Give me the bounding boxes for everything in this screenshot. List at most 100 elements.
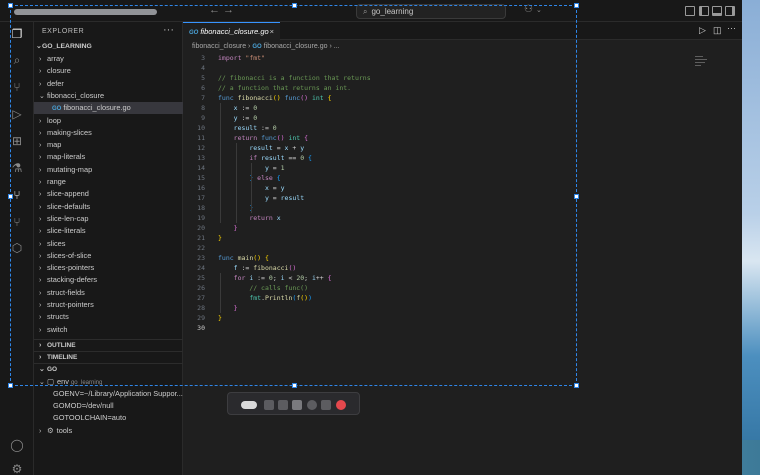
explorer-icon[interactable]: ❐ (10, 27, 24, 41)
tools-item[interactable]: › ⚙ tools (34, 425, 183, 437)
folder-item[interactable]: › array (34, 53, 183, 65)
more-actions-icon[interactable]: ··· (163, 24, 174, 36)
workspace-root[interactable]: ⌄GO_LEARNING (34, 41, 183, 53)
line-number: 7 (201, 94, 205, 102)
tree-item-label: slice-defaults (47, 201, 91, 211)
code-line: y = result (218, 193, 304, 203)
tree-item-label: mutating-map (47, 164, 93, 174)
selection-capture-icon[interactable] (292, 400, 302, 410)
workspace-root-label: GO_LEARNING (42, 43, 92, 50)
folder-item[interactable]: › defer (34, 78, 183, 90)
folder-item[interactable]: ⌄ fibonacci_closure (34, 90, 183, 102)
customize-layout-icon[interactable] (685, 6, 695, 16)
tree-item-label: map-literals (47, 152, 86, 162)
window-capture-icon[interactable] (278, 400, 288, 410)
breadcrumb-folder[interactable]: fibonacci_closure (192, 43, 246, 50)
search-icon[interactable]: ⌕ (10, 53, 24, 67)
folder-item[interactable]: › map (34, 139, 183, 151)
tree-item-label: loop (47, 115, 61, 125)
toggle-secondary-sidebar-icon[interactable] (725, 6, 735, 16)
go-extension-icon[interactable]: ⑂ (10, 188, 24, 202)
folder-item[interactable]: › slice-literals (34, 225, 183, 237)
minimap[interactable] (695, 54, 709, 74)
toggle-switch[interactable] (241, 401, 257, 409)
code-token: { (304, 134, 309, 142)
timeline-section[interactable]: › TIMELINE (34, 351, 183, 363)
line-number: 30 (197, 324, 205, 332)
code-token: fibonacci (237, 94, 273, 102)
remote-icon[interactable]: ⑂ (10, 215, 24, 229)
camera-icon[interactable] (321, 400, 331, 410)
gomod-item[interactable]: GOMOD=/dev/null (34, 400, 183, 412)
code-token: := (237, 114, 254, 122)
tab-fibonacci-closure-go[interactable]: GO fibonacci_closure.go × (183, 22, 280, 40)
folder-item[interactable]: › closure (34, 65, 183, 77)
source-control-icon[interactable]: ⑂ (10, 80, 24, 94)
package-icon[interactable]: ⬡ (10, 241, 24, 255)
breadcrumb-file[interactable]: fibonacci_closure.go (264, 43, 328, 50)
file-item[interactable]: GO fibonacci_closure.go (34, 102, 183, 115)
folder-item[interactable]: › slices-of-slice (34, 250, 183, 262)
run-icon[interactable]: ▷ (699, 25, 706, 36)
toggle-primary-sidebar-icon[interactable] (699, 6, 709, 16)
editor-more-icon[interactable]: ··· (727, 23, 736, 33)
timer-icon[interactable] (307, 400, 317, 410)
forward-arrow-icon[interactable]: → (223, 4, 234, 16)
tree-item-label: making-slices (47, 127, 92, 137)
tools-label: tools (56, 426, 73, 435)
folder-item[interactable]: › slices-pointers (34, 262, 183, 274)
folder-item[interactable]: › struct-fields (34, 287, 183, 299)
code-token: { (327, 94, 332, 102)
split-editor-icon[interactable]: ◫ (713, 25, 722, 36)
outline-section[interactable]: › OUTLINE (34, 339, 183, 351)
toggle-panel-icon[interactable] (712, 6, 722, 16)
search-icon: ⌕ (363, 7, 368, 16)
folder-item[interactable]: › structs (34, 311, 183, 323)
folder-item[interactable]: › making-slices (34, 127, 183, 139)
folder-item[interactable]: › mutating-map (34, 164, 183, 176)
gotoolchain-item[interactable]: GOTOOLCHAIN=auto (34, 412, 183, 424)
line-number: 23 (197, 254, 205, 262)
code-line: return x (218, 213, 280, 223)
go-section[interactable]: ⌄ GO (34, 363, 183, 375)
go-env-item[interactable]: ⌄ ▢ env go_learning (34, 376, 183, 388)
crop-icon[interactable] (264, 400, 274, 410)
close-tab-icon[interactable]: × (270, 23, 274, 40)
code-token: 0 (272, 124, 277, 132)
tree-item-label: slice-len-cap (47, 213, 89, 223)
code-line: result = x + y (218, 143, 304, 153)
tree-item-label: slices-pointers (47, 263, 95, 273)
folder-item[interactable]: › slice-len-cap (34, 213, 183, 225)
folder-item[interactable]: › struct-pointers (34, 299, 183, 311)
folder-item[interactable]: › map-literals (34, 151, 183, 163)
code-token: y (280, 184, 285, 192)
record-icon[interactable] (336, 400, 346, 410)
folder-item[interactable]: › loop (34, 115, 183, 127)
folder-item[interactable]: › range (34, 176, 183, 188)
line-number: 28 (197, 304, 205, 312)
folder-item[interactable]: › slice-defaults (34, 201, 183, 213)
code-token: result (280, 194, 305, 202)
command-center-search[interactable]: ⌕ go_learning (356, 4, 506, 19)
back-arrow-icon[interactable]: ← (209, 4, 220, 16)
code-line: fmt.Println(f()) (218, 293, 312, 303)
copilot-icon[interactable]: ⚇ (524, 4, 533, 15)
folder-item[interactable]: › slices (34, 238, 183, 250)
chevron-down-icon[interactable]: ⌄ (536, 6, 542, 14)
run-debug-icon[interactable]: ▷ (10, 107, 24, 121)
extensions-icon[interactable]: ⊞ (10, 134, 24, 148)
chevron-right-icon: › (39, 302, 42, 309)
settings-gear-icon[interactable]: ⚙ (10, 462, 24, 475)
account-icon[interactable]: ◯ (10, 438, 24, 452)
goenv-item[interactable]: GOENV=~/Library/Application Suppor... (34, 388, 183, 400)
line-number: 24 (197, 264, 205, 272)
folder-item[interactable]: › slice-append (34, 188, 183, 200)
testing-icon[interactable]: ⚗ (10, 161, 24, 175)
code-token: } (218, 314, 222, 322)
chevron-right-icon: › (39, 154, 42, 162)
folder-item[interactable]: › stacking-defers (34, 274, 183, 286)
folder-item[interactable]: › switch (34, 324, 183, 336)
